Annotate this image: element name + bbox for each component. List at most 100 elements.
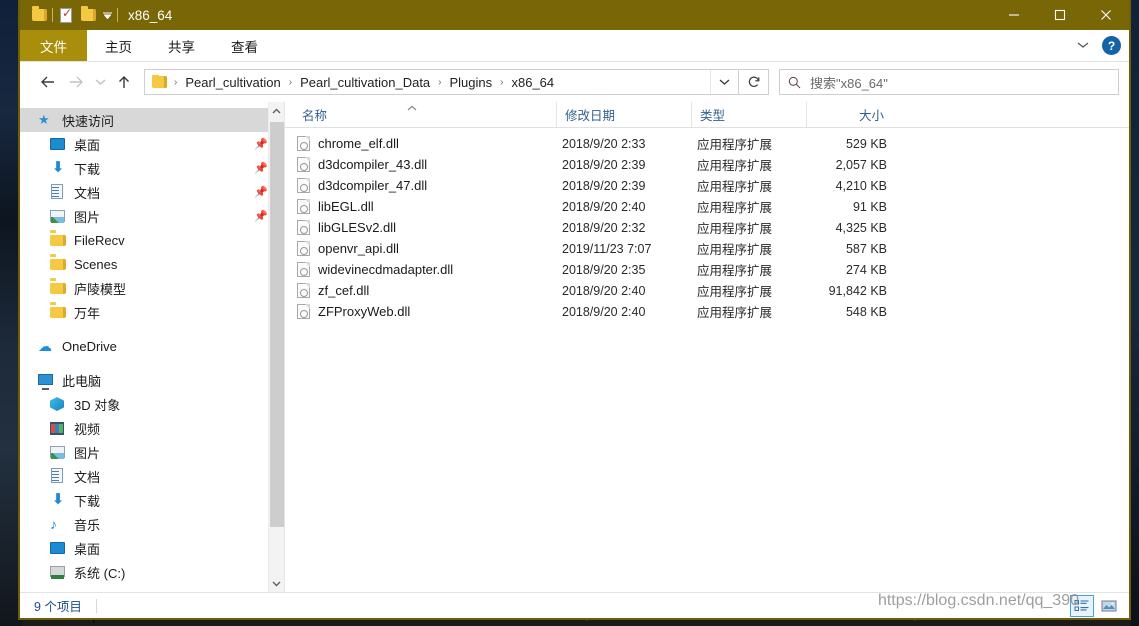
table-row[interactable]: zf_cef.dll 2018/9/20 2:40 应用程序扩展 91,842 … <box>285 280 1129 301</box>
thumbnail-view-icon[interactable] <box>1097 595 1121 617</box>
file-name-cell[interactable]: libGLESv2.dll <box>297 220 562 235</box>
breadcrumb-item-2[interactable]: Plugins <box>447 75 496 90</box>
sidebar-item-wannian[interactable]: 万年 <box>20 300 284 324</box>
sidebar-item-luling-model[interactable]: 庐陵模型 <box>20 276 284 300</box>
sidebar-item-this-pc[interactable]: 此电脑 <box>20 368 284 392</box>
pin-icon[interactable]: 📌 <box>254 210 268 223</box>
refresh-icon[interactable] <box>739 69 769 95</box>
close-button[interactable] <box>1083 0 1129 30</box>
tab-home[interactable]: 主页 <box>87 30 150 61</box>
sidebar-item-videos[interactable]: 视频 <box>20 416 284 440</box>
tab-share[interactable]: 共享 <box>150 30 213 61</box>
file-name-cell[interactable]: ZFProxyWeb.dll <box>297 304 562 319</box>
forward-button[interactable] <box>62 67 90 97</box>
scrollbar-thumb[interactable] <box>270 122 284 527</box>
sidebar-item-quick-access[interactable]: ★ 快速访问 <box>20 108 284 132</box>
dll-file-icon <box>297 262 310 277</box>
address-bar: › Pearl_cultivation › Pearl_cultivation_… <box>20 62 1129 102</box>
file-name-cell[interactable]: d3dcompiler_43.dll <box>297 157 562 172</box>
sidebar-item-desktop[interactable]: 桌面 📌 <box>20 132 284 156</box>
quick-access-folder-icon[interactable] <box>28 0 50 30</box>
sidebar-item-music[interactable]: ♪ 音乐 <box>20 512 284 536</box>
toolbar-divider <box>52 8 53 22</box>
sidebar-item-documents[interactable]: 文档 📌 <box>20 180 284 204</box>
sidebar-item-desktop-pc[interactable]: 桌面 <box>20 536 284 560</box>
recent-locations-button[interactable] <box>90 67 110 97</box>
file-type-cell: 应用程序扩展 <box>697 197 812 216</box>
breadcrumb-dropdown-icon[interactable] <box>710 70 738 94</box>
file-name-cell[interactable]: zf_cef.dll <box>297 283 562 298</box>
sidebar-item-downloads[interactable]: ⬇ 下载 📌 <box>20 156 284 180</box>
file-name-cell[interactable]: d3dcompiler_47.dll <box>297 178 562 193</box>
file-name-label: zf_cef.dll <box>318 283 369 298</box>
navigation-scrollbar[interactable] <box>268 102 284 592</box>
table-row[interactable]: d3dcompiler_47.dll 2018/9/20 2:39 应用程序扩展… <box>285 175 1129 196</box>
pin-icon[interactable]: 📌 <box>254 138 268 151</box>
sidebar-item-3d-objects[interactable]: 3D 对象 <box>20 392 284 416</box>
table-row[interactable]: openvr_api.dll 2019/11/23 7:07 应用程序扩展 58… <box>285 238 1129 259</box>
up-button[interactable] <box>110 67 138 97</box>
properties-icon[interactable] <box>55 0 77 30</box>
file-type-cell: 应用程序扩展 <box>697 218 812 237</box>
minimize-button[interactable] <box>991 0 1037 30</box>
file-name-cell[interactable]: widevinecdmadapter.dll <box>297 262 562 277</box>
back-button[interactable] <box>34 67 62 97</box>
column-header-size[interactable]: 大小 <box>807 102 892 127</box>
table-row[interactable]: ZFProxyWeb.dll 2018/9/20 2:40 应用程序扩展 548… <box>285 301 1129 322</box>
file-name-cell[interactable]: openvr_api.dll <box>297 241 562 256</box>
breadcrumb-separator-3[interactable]: › <box>495 77 508 88</box>
sidebar-item-desktop-pc-label: 桌面 <box>74 539 100 558</box>
ribbon-right-controls: ? <box>1074 30 1129 61</box>
table-row[interactable]: chrome_elf.dll 2018/9/20 2:33 应用程序扩展 529… <box>285 133 1129 154</box>
table-row[interactable]: libEGL.dll 2018/9/20 2:40 应用程序扩展 91 KB <box>285 196 1129 217</box>
file-type-cell: 应用程序扩展 <box>697 155 812 174</box>
breadcrumb-bar[interactable]: › Pearl_cultivation › Pearl_cultivation_… <box>144 69 739 95</box>
sidebar-item-pictures-pc[interactable]: 图片 <box>20 440 284 464</box>
new-folder-icon[interactable] <box>77 0 99 30</box>
breadcrumb-item-3[interactable]: x86_64 <box>508 75 557 90</box>
column-header-date[interactable]: 修改日期 <box>557 102 692 127</box>
tab-view[interactable]: 查看 <box>213 30 276 61</box>
file-name-cell[interactable]: chrome_elf.dll <box>297 136 562 151</box>
table-row[interactable]: d3dcompiler_43.dll 2018/9/20 2:39 应用程序扩展… <box>285 154 1129 175</box>
pin-star-icon: ★ <box>38 112 54 128</box>
breadcrumb-item-0[interactable]: Pearl_cultivation <box>182 75 283 90</box>
breadcrumb[interactable]: › Pearl_cultivation › Pearl_cultivation_… <box>145 75 710 90</box>
search-input[interactable]: 搜索"x86_64" <box>810 73 888 92</box>
sidebar-item-videos-label: 视频 <box>74 419 100 438</box>
sidebar-item-pictures[interactable]: 图片 📌 <box>20 204 284 228</box>
table-row[interactable]: libGLESv2.dll 2018/9/20 2:32 应用程序扩展 4,32… <box>285 217 1129 238</box>
file-size-cell: 529 KB <box>812 137 897 151</box>
sidebar-item-filerecv[interactable]: FileRecv <box>20 228 284 252</box>
file-name-label: widevinecdmadapter.dll <box>318 262 453 277</box>
table-row[interactable]: widevinecdmadapter.dll 2018/9/20 2:35 应用… <box>285 259 1129 280</box>
desktop-icon <box>50 540 66 556</box>
scroll-down-icon[interactable] <box>269 575 285 592</box>
sidebar-item-pictures-pc-label: 图片 <box>74 443 100 462</box>
breadcrumb-separator-0[interactable]: › <box>169 77 182 88</box>
help-icon[interactable]: ? <box>1102 36 1121 55</box>
pin-icon[interactable]: 📌 <box>254 186 268 199</box>
scroll-up-icon[interactable] <box>269 102 285 119</box>
dll-file-icon <box>297 136 310 151</box>
sidebar-item-scenes[interactable]: Scenes <box>20 252 284 276</box>
maximize-button[interactable] <box>1037 0 1083 30</box>
chevron-down-icon[interactable] <box>1074 40 1092 52</box>
file-name-label: chrome_elf.dll <box>318 136 399 151</box>
sidebar-item-pictures-label: 图片 <box>74 207 100 226</box>
breadcrumb-separator-1[interactable]: › <box>284 77 297 88</box>
sidebar-item-downloads-pc[interactable]: ⬇ 下载 <box>20 488 284 512</box>
search-box[interactable]: 搜索"x86_64" <box>779 69 1119 95</box>
sidebar-item-system-drive[interactable]: 系统 (C:) <box>20 560 284 584</box>
column-header-name[interactable]: 名称 <box>297 102 557 127</box>
breadcrumb-separator-2[interactable]: › <box>433 77 446 88</box>
breadcrumb-item-1[interactable]: Pearl_cultivation_Data <box>297 75 433 90</box>
column-header-type[interactable]: 类型 <box>692 102 807 127</box>
sidebar-item-onedrive[interactable]: ☁ OneDrive <box>20 334 284 358</box>
sidebar-item-documents-pc[interactable]: 文档 <box>20 464 284 488</box>
details-view-icon[interactable] <box>1070 595 1094 617</box>
pin-icon[interactable]: 📌 <box>254 162 268 175</box>
customize-quick-access-caret-icon[interactable] <box>99 0 115 30</box>
tab-file[interactable]: 文件 <box>20 30 87 61</box>
file-name-cell[interactable]: libEGL.dll <box>297 199 562 214</box>
